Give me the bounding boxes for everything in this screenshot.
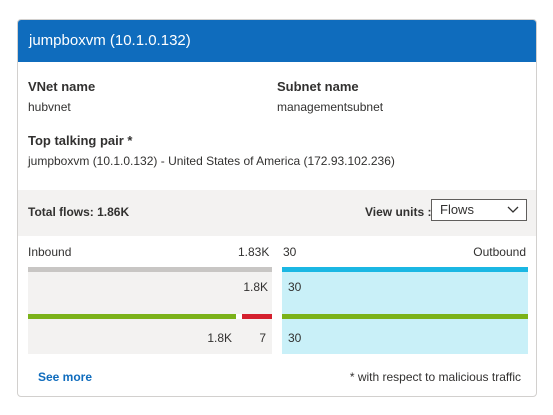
flows-toolbar: Total flows: 1.86K View units : Flows [18, 190, 536, 236]
inbound-label: Inbound [28, 245, 72, 259]
inbound-row2-cell: 1.8K 7 [28, 319, 272, 354]
vnet-label: VNet name [28, 79, 96, 94]
inbound-row2-benign-value: 1.8K [207, 331, 232, 345]
subnet-value: managementsubnet [277, 100, 384, 114]
vnet-value: hubvnet [28, 100, 71, 114]
view-units-selected: Flows [440, 202, 474, 217]
inbound-row1-cell: 1.8K [28, 272, 272, 314]
outbound-label: Outbound [473, 245, 526, 259]
subnet-label: Subnet name [277, 79, 359, 94]
outbound-row2-cell: 30 [282, 319, 528, 354]
malicious-traffic-note: * with respect to malicious traffic [349, 370, 521, 384]
card-title: jumpboxvm (10.1.0.132) [29, 32, 191, 49]
outbound-row1-value: 30 [288, 280, 302, 294]
outbound-row1-cell: 30 [282, 272, 528, 314]
inbound-row1-value: 1.8K [243, 280, 268, 294]
inbound-total: 1.83K [238, 245, 270, 259]
flow-details-card: jumpboxvm (10.1.0.132) VNet name hubvnet… [17, 19, 537, 397]
outbound-total: 30 [283, 245, 297, 259]
view-units-label: View units : [365, 205, 432, 219]
top-talking-pair-label: Top talking pair * [28, 133, 133, 148]
inbound-row2-malicious-value: 7 [259, 331, 266, 345]
chevron-down-icon [507, 206, 519, 213]
total-flows: Total flows: 1.86K [28, 205, 130, 219]
view-units-dropdown[interactable]: Flows [431, 199, 527, 221]
outbound-row2-value: 30 [288, 331, 302, 345]
top-talking-pair-value: jumpboxvm (10.1.0.132) - United States o… [28, 154, 395, 168]
card-header: jumpboxvm (10.1.0.132) [18, 20, 536, 62]
see-more-link[interactable]: See more [38, 370, 92, 384]
